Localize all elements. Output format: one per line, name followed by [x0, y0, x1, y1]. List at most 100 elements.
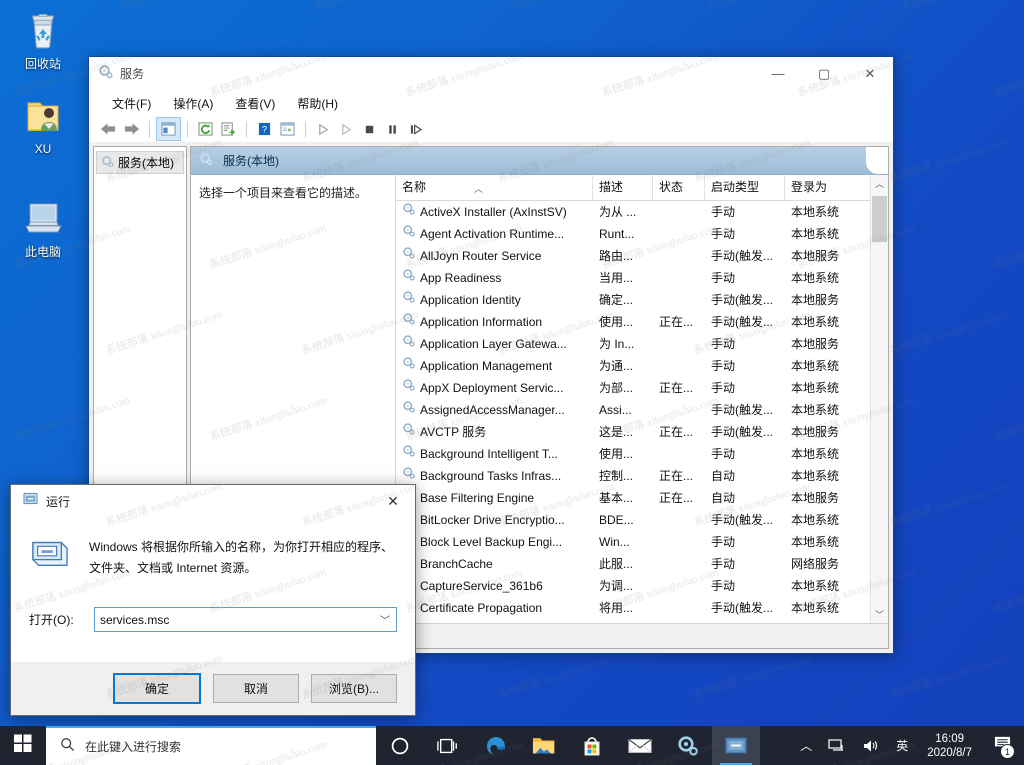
table-row[interactable]: Application Identity 确定... 手动(触发... 本地服务 — [396, 289, 871, 311]
back-arrow-icon[interactable] — [97, 118, 120, 140]
desktop-icon-recycle-bin[interactable]: 回收站 — [0, 8, 86, 71]
scroll-up-arrow-icon[interactable]: ︿ — [871, 175, 888, 192]
column-header-description[interactable]: 描述 — [593, 175, 653, 200]
menu-file[interactable]: 文件(F) — [101, 92, 162, 115]
run-open-combobox[interactable]: ﹀ — [94, 607, 397, 632]
taskbar[interactable]: 在此键入进行搜索 ︿ 英 16:09 2020/8/7 1 — [0, 726, 1024, 765]
forward-arrow-icon[interactable] — [120, 118, 143, 140]
run-ok-button[interactable]: 确定 — [113, 673, 201, 704]
pause-service-icon[interactable] — [381, 118, 404, 140]
run-close-button[interactable]: ✕ — [371, 485, 415, 517]
service-gear-icon — [402, 223, 416, 245]
services-list-header[interactable]: 名称 ︿ 描述 状态 启动类型 登录为 — [396, 175, 888, 201]
minimize-button[interactable]: — — [755, 57, 801, 90]
maximize-button[interactable]: ▢ — [801, 57, 847, 90]
run-dialog-body: Windows 将根据你所输入的名称，为你打开相应的程序、文件夹、文档或 Int… — [11, 517, 415, 662]
toolbar-separator — [246, 120, 247, 138]
table-row[interactable]: Background Tasks Infras... 控制... 正在... 自动 本地… — [396, 465, 871, 487]
settings-icon[interactable] — [664, 726, 712, 765]
column-header-status[interactable]: 状态 — [653, 175, 705, 200]
table-row[interactable]: Base Filtering Engine 基本... 正在... 自动 本地服务 — [396, 487, 871, 509]
properties-icon[interactable] — [276, 118, 299, 140]
task-view-icon[interactable] — [424, 726, 472, 765]
menu-view[interactable]: 查看(V) — [224, 92, 286, 115]
taskbar-clock[interactable]: 16:09 2020/8/7 — [917, 732, 982, 760]
table-row[interactable]: Background Intelligent T... 使用... 手动 本地系统 — [396, 443, 871, 465]
table-row[interactable]: Certificate Propagation 将用... 手动(触发... 本地系统 — [396, 597, 871, 619]
cortana-icon[interactable] — [376, 726, 424, 765]
desktop-icon-this-pc[interactable]: 此电脑 — [0, 196, 86, 259]
windows-start-icon — [14, 734, 32, 757]
run-open-input[interactable] — [95, 609, 374, 630]
ime-indicator[interactable]: 英 — [889, 726, 915, 765]
services-title-bar[interactable]: 服务 — ▢ ✕ — [89, 57, 893, 91]
scrollbar-thumb[interactable] — [872, 196, 887, 242]
table-row[interactable]: Application Information 使用... 正在... 手动(触发..… — [396, 311, 871, 333]
show-hide-tree-icon[interactable] — [156, 117, 181, 141]
run-dialog[interactable]: 运行 ✕ Windows 将根据你所输入的名称，为你打开相应的程序、文件夹、文档… — [10, 484, 416, 716]
table-row[interactable]: Application Management 为通... 手动 本地系统 — [396, 355, 871, 377]
services-app-icon[interactable] — [712, 726, 760, 765]
system-tray[interactable]: ︿ 英 16:09 2020/8/7 1 — [793, 726, 1024, 765]
cell-status — [653, 223, 705, 245]
scrollbar-track[interactable] — [871, 192, 888, 606]
table-row[interactable]: AllJoyn Router Service 路由... 手动(触发... 本地服务 — [396, 245, 871, 267]
volume-icon[interactable] — [855, 726, 887, 765]
network-icon[interactable] — [821, 726, 853, 765]
stop-service-icon[interactable] — [358, 118, 381, 140]
table-row[interactable]: App Readiness 当用... 手动 本地系统 — [396, 267, 871, 289]
refresh-icon[interactable] — [194, 118, 217, 140]
cell-logon-as: 本地服务 — [791, 337, 840, 351]
run-dialog-title-bar[interactable]: 运行 ✕ — [11, 485, 415, 517]
table-row[interactable]: Application Layer Gatewa... 为 In... 手动 本地服务 — [396, 333, 871, 355]
cell-logon-as: 本地系统 — [791, 381, 840, 395]
help-icon[interactable]: ? — [253, 118, 276, 140]
taskbar-search-box[interactable]: 在此键入进行搜索 — [46, 726, 376, 765]
run-browse-button[interactable]: 浏览(B)... — [311, 674, 397, 703]
export-list-icon[interactable] — [217, 118, 240, 140]
table-row[interactable]: CaptureService_361b6 为调... 手动 本地系统 — [396, 575, 871, 597]
restart-service-icon[interactable] — [404, 118, 427, 140]
cell-service-name: Background Tasks Infras... — [396, 465, 593, 487]
menu-help[interactable]: 帮助(H) — [286, 92, 349, 115]
start-button[interactable] — [0, 726, 46, 765]
watermark-text: 系统部落 xitongbuluo.com — [507, 0, 628, 14]
table-row[interactable]: Agent Activation Runtime... Runt... 手动 本地系统 — [396, 223, 871, 245]
tray-overflow-icon[interactable]: ︿ — [793, 726, 819, 765]
resume-service-icon[interactable] — [335, 118, 358, 140]
start-service-icon[interactable] — [312, 118, 335, 140]
cell-service-name: AssignedAccessManager... — [396, 399, 593, 421]
services-list-rows[interactable]: ActiveX Installer (AxInstSV) 为从 ... 手动 本地系统… — [396, 201, 888, 623]
table-row[interactable]: Block Level Backup Engi... Win... 手动 本地系统 — [396, 531, 871, 553]
scroll-down-arrow-icon[interactable]: ﹀ — [871, 606, 888, 623]
table-row[interactable]: BranchCache 此服... 手动 网络服务 — [396, 553, 871, 575]
run-cancel-button[interactable]: 取消 — [213, 674, 299, 703]
services-menu-bar[interactable]: 文件(F) 操作(A) 查看(V) 帮助(H) — [89, 91, 893, 116]
chevron-down-icon[interactable]: ﹀ — [374, 612, 396, 627]
column-header-name[interactable]: 名称 ︿ — [396, 175, 593, 200]
edge-browser-icon[interactable] — [472, 726, 520, 765]
service-name-text: AppX Deployment Servic... — [420, 381, 564, 395]
table-row[interactable]: ActiveX Installer (AxInstSV) 为从 ... 手动 本地系统 — [396, 201, 871, 223]
column-header-logon-as[interactable]: 登录为 — [785, 175, 871, 200]
cell-description: 控制... — [599, 469, 634, 483]
action-center-button[interactable]: 1 — [984, 726, 1020, 765]
services-list-pane[interactable]: 名称 ︿ 描述 状态 启动类型 登录为 ActiveX Installer (A… — [396, 175, 888, 623]
column-header-startup-type[interactable]: 启动类型 — [705, 175, 785, 200]
desktop-icon-xu-folder[interactable]: XU — [0, 93, 86, 156]
mail-icon[interactable] — [616, 726, 664, 765]
services-list-scrollbar[interactable]: ︿ ﹀ — [870, 175, 888, 623]
tree-item-services-local[interactable]: 服务(本地) — [96, 151, 184, 174]
services-toolbar[interactable]: ? — [89, 116, 893, 143]
table-row[interactable]: AppX Deployment Servic... 为部... 正在... 手动 本地系… — [396, 377, 871, 399]
cell-status: 正在... — [659, 425, 694, 439]
microsoft-store-icon[interactable] — [568, 726, 616, 765]
run-big-icon — [29, 533, 73, 579]
close-button[interactable]: ✕ — [847, 57, 893, 90]
file-explorer-icon[interactable] — [520, 726, 568, 765]
table-row[interactable]: AssignedAccessManager... Assi... 手动(触发... 本… — [396, 399, 871, 421]
table-row[interactable]: Client License Service (Cli... 提供...正在...… — [396, 619, 871, 623]
menu-action[interactable]: 操作(A) — [162, 92, 224, 115]
table-row[interactable]: AVCTP 服务 这是... 正在... 手动(触发... 本地服务 — [396, 421, 871, 443]
table-row[interactable]: BitLocker Drive Encryptio... BDE... 手动(触发.… — [396, 509, 871, 531]
